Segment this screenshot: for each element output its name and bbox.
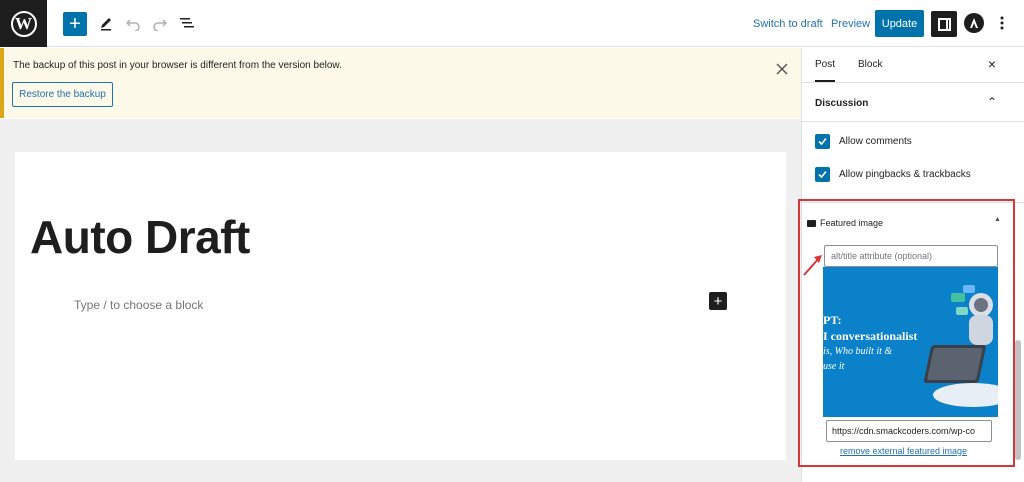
update-button[interactable]: Update [875, 10, 924, 37]
tab-block[interactable]: Block [858, 59, 882, 70]
image-text-line: PT: [823, 313, 842, 327]
notice-close-button[interactable] [773, 60, 791, 78]
featured-image-panel: Featured image ▲ PT: I conversationalist [798, 199, 1015, 467]
sidebar-close-button[interactable]: × [985, 56, 999, 72]
notice-text: The backup of this post in your browser … [13, 60, 342, 71]
backup-notice: The backup of this post in your browser … [0, 48, 801, 118]
discussion-panel-header[interactable]: Discussion ⌃ [802, 84, 1024, 122]
image-text-line: I conversationalist [823, 329, 918, 343]
sidebar-toggle-icon [937, 17, 951, 31]
astra-settings-button[interactable] [964, 13, 984, 33]
editor-canvas-area: Auto Draft Type / to choose a block + [0, 119, 801, 482]
close-icon [776, 63, 788, 75]
settings-toggle-button[interactable] [931, 11, 957, 37]
astra-logo-icon [970, 18, 978, 28]
collapse-triangle-icon[interactable]: ▲ [994, 216, 1001, 223]
remove-featured-image-link[interactable]: remove external featured image [840, 446, 967, 456]
featured-image-preview: PT: I conversationalist is, Who built it… [823, 267, 998, 417]
add-block-button[interactable]: + [63, 12, 87, 36]
plus-icon: + [713, 292, 723, 310]
more-vertical-icon [1000, 16, 1004, 30]
switch-to-draft-button[interactable]: Switch to draft [753, 18, 823, 30]
camera-icon [807, 219, 816, 227]
check-icon [818, 170, 827, 178]
restore-backup-button[interactable]: Restore the backup [12, 82, 113, 107]
editor-canvas: Auto Draft Type / to choose a block + [15, 152, 786, 460]
inline-add-block-button[interactable]: + [709, 292, 727, 310]
featured-image-title: Featured image [820, 218, 884, 228]
redo-button[interactable] [150, 13, 170, 33]
list-view-button[interactable] [177, 13, 197, 33]
more-options-button[interactable] [997, 13, 1007, 33]
featured-image-header[interactable]: Featured image [807, 218, 883, 228]
wordpress-logo-button[interactable]: W [0, 0, 47, 47]
settings-sidebar: Post Block × Discussion ⌃ Allow comments… [798, 48, 1024, 482]
tools-button[interactable] [96, 13, 116, 33]
close-icon: × [987, 56, 997, 72]
pencil-icon [101, 18, 111, 31]
allow-comments-checkbox[interactable] [815, 133, 830, 149]
check-icon [818, 137, 827, 145]
sidebar-tabs: Post Block × [802, 48, 1024, 83]
redo-icon [153, 19, 168, 31]
alt-title-input[interactable] [824, 245, 998, 267]
plus-icon: + [69, 13, 81, 35]
featured-image-url-input[interactable] [826, 420, 992, 442]
allow-comments-option[interactable]: Allow comments [815, 133, 912, 149]
tab-post[interactable]: Post [815, 59, 836, 82]
sidebar-scrollbar[interactable] [1015, 340, 1021, 460]
allow-comments-label: Allow comments [839, 135, 912, 147]
undo-button[interactable] [123, 13, 143, 33]
allow-pingbacks-option[interactable]: Allow pingbacks & trackbacks [815, 166, 971, 182]
wordpress-logo-icon: W [10, 10, 37, 37]
block-placeholder[interactable]: Type / to choose a block [74, 298, 203, 312]
allow-pingbacks-checkbox[interactable] [815, 166, 830, 182]
preview-button[interactable]: Preview [831, 18, 870, 30]
editor-header: W + Switch to draft Preview Update [0, 0, 1024, 47]
image-text-line: use it [823, 361, 845, 372]
undo-icon [125, 19, 140, 31]
allow-pingbacks-label: Allow pingbacks & trackbacks [839, 168, 971, 180]
post-title[interactable]: Auto Draft [30, 210, 250, 264]
list-view-icon [180, 18, 194, 28]
image-text-line: is, Who built it & [823, 346, 893, 357]
chevron-up-icon: ⌃ [987, 95, 998, 109]
discussion-title: Discussion [815, 98, 869, 109]
